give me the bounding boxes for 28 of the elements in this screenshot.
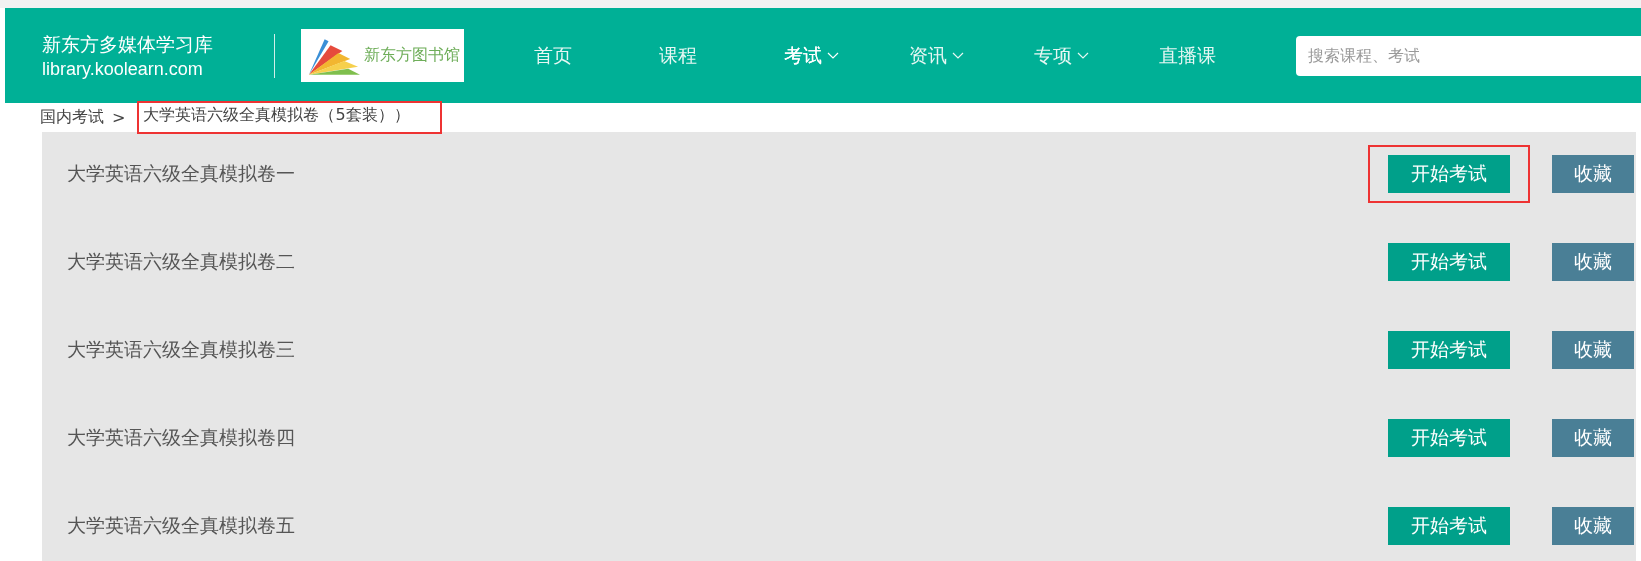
nav-link[interactable]: 课程 [641, 42, 766, 69]
start-exam-button[interactable]: 开始考试 [1388, 419, 1510, 457]
exam-title: 大学英语六级全真模拟卷一 [67, 161, 296, 186]
nav-link[interactable]: 直播课 [1141, 42, 1266, 69]
exam-title: 大学英语六级全真模拟卷三 [67, 337, 296, 362]
breadcrumb-link[interactable]: 国内考试 [40, 107, 104, 128]
favorite-button[interactable]: 收藏 [1552, 331, 1634, 369]
site-name-link[interactable]: 新东方多媒体学习库 [42, 30, 252, 57]
favorite-button[interactable]: 收藏 [1552, 419, 1634, 457]
start-exam-button[interactable]: 开始考试 [1388, 331, 1510, 369]
exam-title: 大学英语六级全真模拟卷五 [67, 513, 296, 538]
breadcrumb-current: 大学英语六级全真模拟卷（5套装）） [137, 101, 442, 134]
favorite-button[interactable]: 收藏 [1552, 155, 1634, 193]
nav-link[interactable]: 专项 [1016, 42, 1141, 69]
search-field[interactable]: 搜索课程、考试 [1296, 35, 1641, 76]
favorite-button[interactable]: 收藏 [1552, 507, 1634, 545]
nav-link[interactable]: 资讯 [891, 42, 1016, 69]
library-logo[interactable]: 新东方图书馆 [301, 29, 464, 82]
start-exam-button[interactable]: 开始考试 [1388, 507, 1510, 545]
breadcrumb-separator: > [112, 108, 126, 127]
nav-link[interactable]: 考试 [766, 42, 891, 69]
start-exam-button[interactable]: 开始考试 [1388, 155, 1510, 193]
nav-link[interactable]: 首页 [516, 42, 641, 69]
start-exam-button[interactable]: 开始考试 [1388, 243, 1510, 281]
exam-title: 大学英语六级全真模拟卷四 [67, 425, 296, 450]
exam-title: 大学英语六级全真模拟卷二 [67, 249, 296, 274]
site-url: library.koolearn.com [42, 57, 204, 81]
favorite-button[interactable]: 收藏 [1552, 243, 1634, 281]
